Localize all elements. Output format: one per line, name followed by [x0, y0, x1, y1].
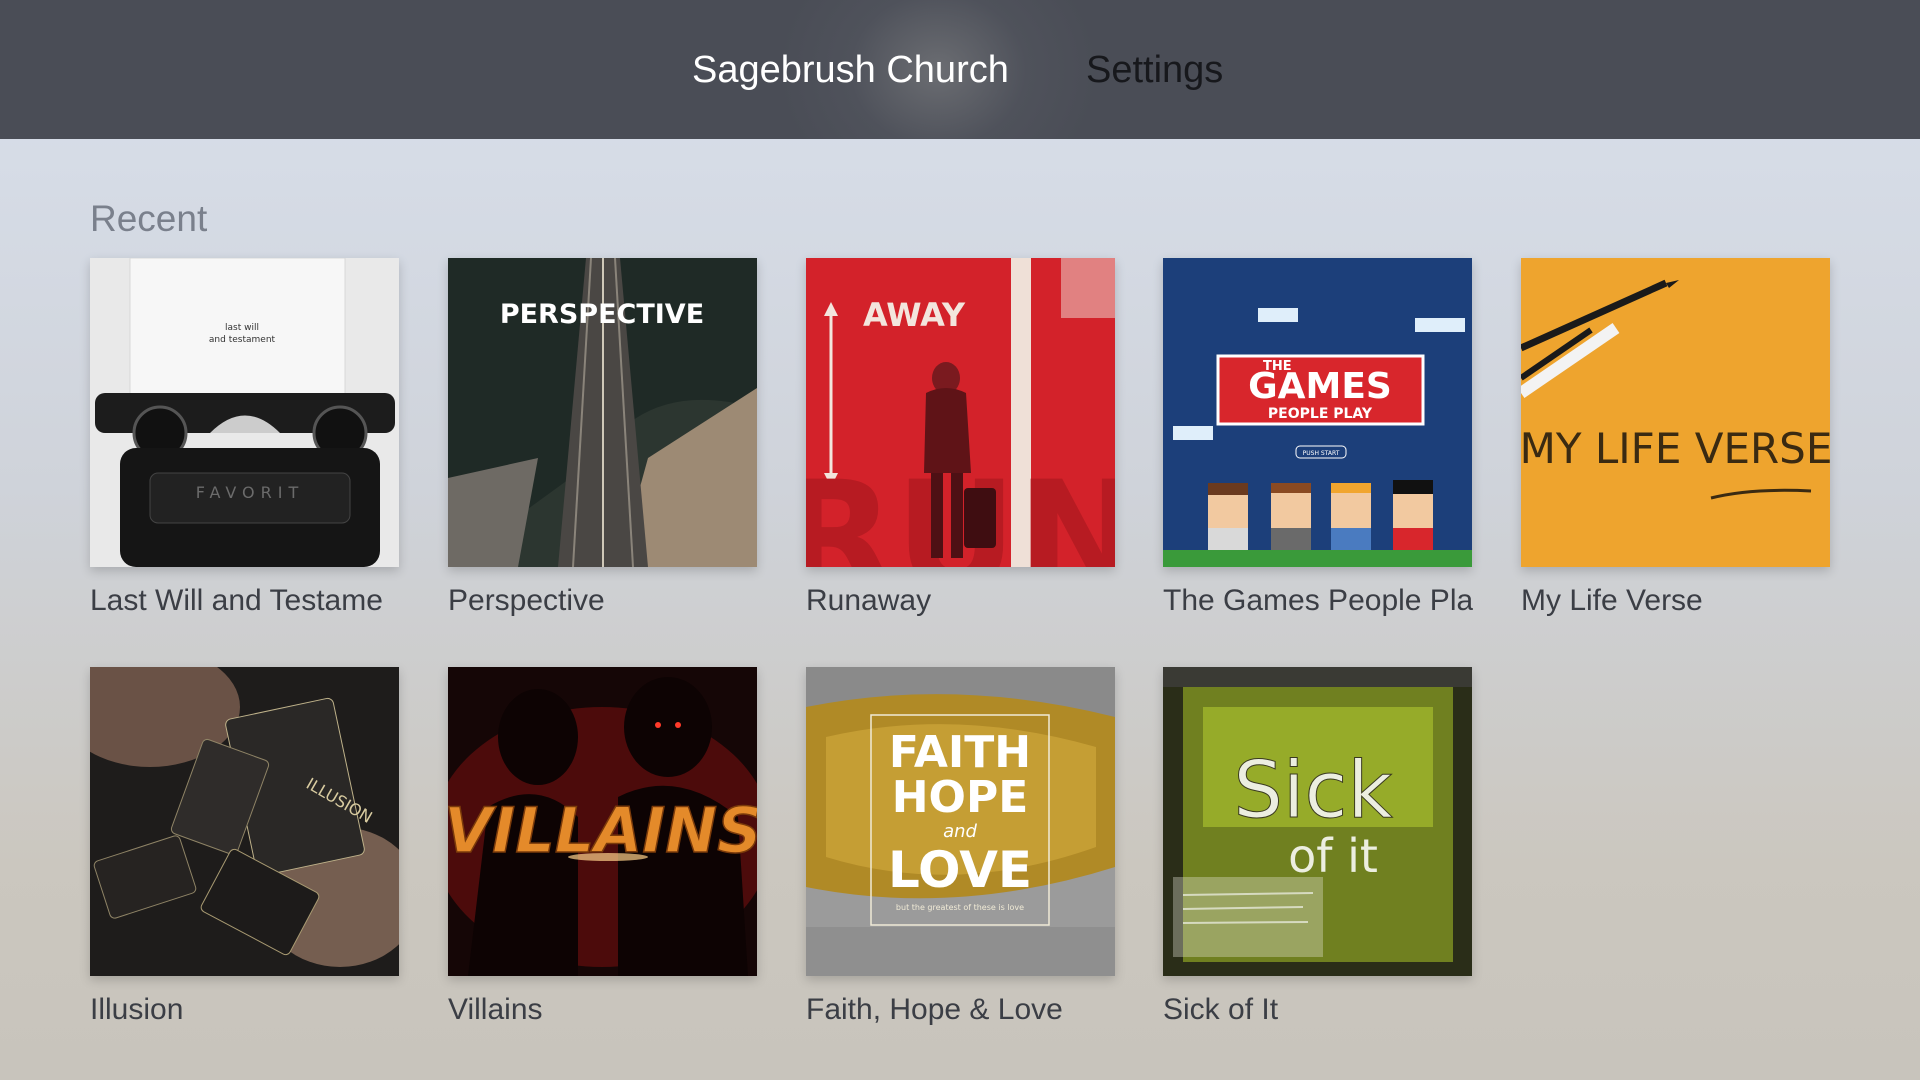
- section-title-recent: Recent: [90, 198, 208, 239]
- art-text: last will: [225, 323, 259, 333]
- tile-caption: Perspective: [448, 584, 605, 617]
- tile-runaway[interactable]: AWAY RUN: [806, 258, 1115, 567]
- tile-caption: Illusion: [90, 993, 184, 1026]
- art-text: of it: [1288, 829, 1378, 883]
- art-text: PUSH START: [1303, 450, 1340, 457]
- artwork-bridge-aerial: PERSPECTIVE: [448, 258, 757, 567]
- tile-caption: My Life Verse: [1521, 584, 1703, 617]
- tile-sick-of-it[interactable]: Sick of it: [1163, 667, 1472, 976]
- art-text: MY LIFE VERSE: [1521, 424, 1830, 473]
- art-text: but the greatest of these is love: [896, 903, 1024, 912]
- tile-faith-hope-and-love[interactable]: FAITH HOPE and LOVE but the greatest of …: [806, 667, 1115, 976]
- art-text: PERSPECTIVE: [500, 299, 704, 330]
- art-text: HOPE: [892, 772, 1029, 823]
- tile-caption: Last Will and Testame: [90, 584, 383, 617]
- art-text: FAITH: [889, 727, 1031, 778]
- nav-tab-settings[interactable]: Settings: [1086, 46, 1223, 94]
- artwork-runaway: AWAY RUN: [806, 258, 1115, 567]
- tile-illusion[interactable]: ILLUSION: [90, 667, 399, 976]
- art-text: AWAY: [863, 296, 966, 334]
- artwork-villains: VILLAINS: [448, 667, 757, 976]
- art-text: PEOPLE PLAY: [1268, 406, 1373, 422]
- art-text: and: [943, 821, 977, 842]
- tile-caption: The Games People Pla: [1163, 584, 1473, 617]
- art-text: Sick: [1233, 746, 1392, 836]
- tile-the-games-people-play[interactable]: THE GAMES PEOPLE PLAY PUSH START: [1163, 258, 1472, 567]
- nav-tab-sagebrush-church[interactable]: Sagebrush Church: [692, 46, 1009, 94]
- tile-caption: Villains: [448, 993, 543, 1026]
- artwork-my-life-verse: MY LIFE VERSE: [1521, 258, 1830, 567]
- artwork-sick-of-it: Sick of it: [1163, 667, 1472, 976]
- tile-caption: Runaway: [806, 584, 932, 617]
- tile-last-will-and-testament[interactable]: last will and testament FAVORIT: [90, 258, 399, 567]
- art-text: FAVORIT: [196, 483, 305, 502]
- tile-perspective[interactable]: PERSPECTIVE: [448, 258, 757, 567]
- tile-villains[interactable]: VILLAINS: [448, 667, 757, 976]
- art-text: and testament: [209, 335, 276, 345]
- tile-caption: Sick of It: [1163, 993, 1279, 1026]
- artwork-typewriter: last will and testament FAVORIT: [90, 258, 399, 567]
- tile-caption: Faith, Hope & Love: [806, 993, 1063, 1026]
- art-text: LOVE: [888, 841, 1032, 899]
- artwork-faith-hope-love: FAITH HOPE and LOVE but the greatest of …: [806, 667, 1115, 976]
- art-text: GAMES: [1248, 366, 1392, 407]
- top-nav-bar: Sagebrush Church Settings: [0, 0, 1920, 139]
- artwork-illusion-cards: ILLUSION: [90, 667, 399, 976]
- tile-my-life-verse[interactable]: MY LIFE VERSE: [1521, 258, 1830, 567]
- artwork-pixel-games: THE GAMES PEOPLE PLAY PUSH START: [1163, 258, 1472, 567]
